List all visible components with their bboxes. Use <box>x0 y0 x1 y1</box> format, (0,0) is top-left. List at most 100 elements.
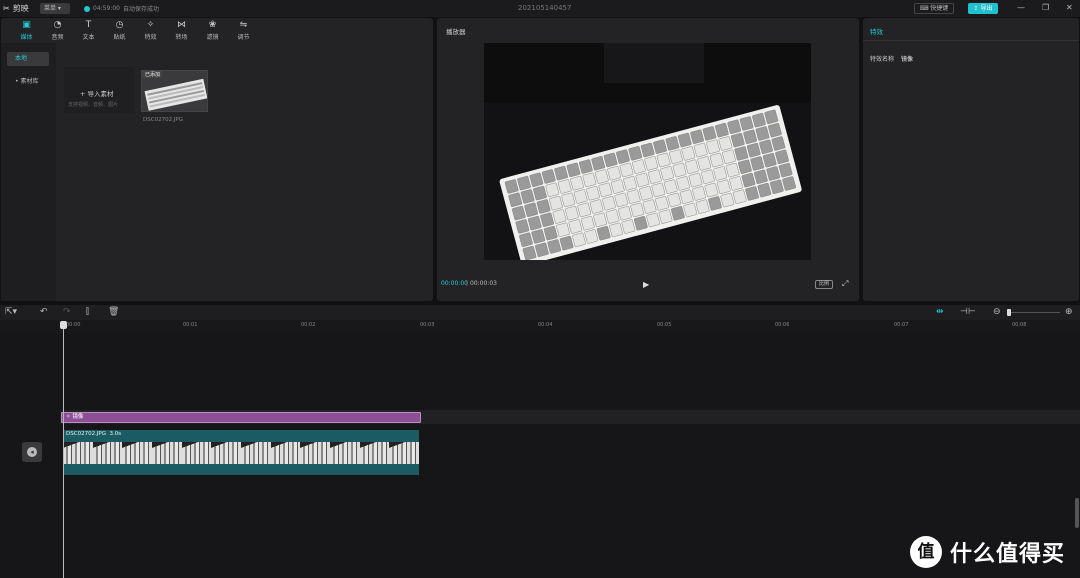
tab-transition[interactable]: ⋈ 转场 <box>166 18 197 43</box>
tab-media[interactable]: ▣ 媒体 <box>11 18 42 43</box>
filmstrip-frame <box>92 442 123 464</box>
playhead-handle[interactable] <box>60 321 67 329</box>
filmstrip-frame <box>122 442 153 464</box>
zoom-slider-handle[interactable] <box>1007 309 1011 316</box>
adjust-icon: ⇋ <box>239 19 248 30</box>
close-icon[interactable]: ✕ <box>1066 3 1073 12</box>
video-clip-label: DSC02702.JPG 3.0s <box>66 431 121 437</box>
tab-label: 贴纸 <box>113 33 126 41</box>
tab-label: 调节 <box>237 33 250 41</box>
redo-icon: ↷ <box>63 307 71 317</box>
filmstrip-frame <box>181 442 212 464</box>
player-title: 播放器 <box>446 28 466 36</box>
sidebar-item-label: 素材库 <box>20 78 39 85</box>
filmstrip-frame <box>330 442 360 464</box>
undo-icon[interactable]: ↶ <box>40 307 48 318</box>
player-panel: 播放器 00:00:00 | 00:00:03 ▶ 比例 ⤢ <box>437 18 859 301</box>
ruler-label: 00:05 <box>657 322 672 328</box>
delete-icon[interactable]: 🗑 <box>108 307 119 318</box>
import-label: + 导入素材 <box>80 90 114 98</box>
tab-label: 文本 <box>82 33 95 41</box>
filmstrip-frame <box>152 442 182 464</box>
play-button[interactable]: ▶ <box>643 280 649 289</box>
snap-icon[interactable]: ⇹ <box>936 307 944 318</box>
tab-label: 特效 <box>144 33 157 41</box>
fullscreen-icon[interactable]: ⤢ <box>842 279 848 289</box>
attribute-panel: 特效 特效名称 镜像 <box>863 18 1079 301</box>
ruler-label: 00:00 <box>66 322 81 328</box>
filmstrip-frame <box>300 442 331 464</box>
import-text: 导入素材 <box>87 90 114 98</box>
video-clip[interactable]: DSC02702.JPG 3.0s <box>63 430 419 475</box>
ruler-label: 00:07 <box>894 322 909 328</box>
sidebar-item-local[interactable]: 本地 <box>7 52 49 66</box>
filmstrip-frame <box>389 442 419 464</box>
effect-clip[interactable]: ✧ 镜像 <box>61 412 421 423</box>
filmstrip-frame <box>359 442 390 464</box>
vertical-scrollbar[interactable] <box>1075 498 1079 528</box>
text-icon: T <box>85 19 92 30</box>
filmstrip-frame <box>241 442 271 464</box>
time-separator: | <box>466 280 469 287</box>
media-file-name: DSC02702.JPG <box>143 117 184 123</box>
ruler-label: 00:01 <box>183 322 198 328</box>
tab-adjust[interactable]: ⇋ 调节 <box>228 18 259 43</box>
clip-duration: 3.0s <box>109 431 122 437</box>
clip-file-name: DSC02702.JPG <box>66 431 107 437</box>
cover-icon: ◂ <box>27 447 37 457</box>
select-tool-icon[interactable]: ⇱▾ <box>5 307 17 318</box>
tab-label: 转场 <box>175 33 188 41</box>
save-status-icon <box>84 5 90 12</box>
restore-icon[interactable]: ❐ <box>1042 3 1049 12</box>
minimize-icon[interactable]: — <box>1017 3 1025 12</box>
ruler-label: 00:08 <box>1012 322 1027 328</box>
attribute-title: 特效 <box>870 28 883 36</box>
effects-icon: ✧ <box>146 19 155 30</box>
video-filmstrip <box>63 442 419 464</box>
link-icon[interactable]: ⊣⊢ <box>960 307 976 318</box>
app-name: 剪映 <box>12 4 29 13</box>
divider <box>863 40 1079 41</box>
playhead[interactable] <box>63 322 64 578</box>
filter-icon: ❀ <box>208 19 217 30</box>
tab-filter[interactable]: ❀ 滤镜 <box>197 18 228 43</box>
video-preview[interactable] <box>484 43 811 260</box>
watermark: 值 什么值得买 <box>910 536 1065 568</box>
menu-button[interactable]: 菜单 ▾ <box>40 3 70 14</box>
watermark-text: 什么值得买 <box>950 542 1066 567</box>
menu-label: 菜单 <box>44 5 57 12</box>
media-icon: ▣ <box>22 19 31 30</box>
split-icon[interactable]: ⫿ <box>86 307 89 318</box>
track-cover-button[interactable]: ◂ <box>22 442 42 462</box>
watermark-logo: 值 <box>910 536 942 568</box>
autosave-status: 04:59:00 自动保存成功 <box>84 4 159 13</box>
filmstrip-frame <box>63 442 93 464</box>
keyboard-preview-image <box>484 43 811 260</box>
tab-effects[interactable]: ✧ 特效 <box>135 18 166 43</box>
total-time: 00:00:03 <box>470 280 497 287</box>
sidebar-item-library[interactable]: • 素材库 <box>7 75 49 89</box>
project-name: 202105140457 <box>518 4 572 12</box>
tab-sticker[interactable]: ◷ 贴纸 <box>104 18 135 43</box>
ratio-button[interactable]: 比例 <box>815 280 833 289</box>
ruler-label: 00:06 <box>775 322 790 328</box>
shortcut-button[interactable]: ⌨ 快捷键 <box>914 3 954 14</box>
transition-icon: ⋈ <box>177 19 186 30</box>
save-status-text: 自动保存成功 <box>122 6 159 13</box>
zoom-in-icon[interactable]: ⊕ <box>1065 307 1073 318</box>
tab-label: 滤镜 <box>206 33 219 41</box>
zoom-slider[interactable] <box>1008 312 1060 313</box>
export-button[interactable]: ⇪ 导出 <box>968 3 998 14</box>
media-toolbar: ▣ 媒体 ◔ 音频 T 文本 ◷ 贴纸 ✧ 特效 ⋈ 转场 ❀ 滤镜 ⇋ 调节 <box>1 18 433 43</box>
tab-audio[interactable]: ◔ 音频 <box>42 18 73 43</box>
tab-text[interactable]: T 文本 <box>73 18 104 43</box>
save-time: 04:59:00 <box>93 5 120 12</box>
zoom-out-icon[interactable]: ⊖ <box>993 307 1001 318</box>
timeline-ruler[interactable]: 00:00 00:01 00:02 00:03 00:04 00:05 00:0… <box>0 320 1080 333</box>
filmstrip-frame <box>211 442 242 464</box>
media-sidebar: 本地 • 素材库 <box>1 43 56 301</box>
export-label: 导出 <box>980 5 993 12</box>
title-bar: ✂ 剪映 菜单 ▾ 04:59:00 自动保存成功 202105140457 ⌨ 快… <box>0 0 1080 17</box>
media-panel: ▣ 媒体 ◔ 音频 T 文本 ◷ 贴纸 ✧ 特效 ⋈ 转场 ❀ 滤镜 ⇋ 调节 本地 • 素材库… <box>1 18 433 301</box>
import-media-tile[interactable]: + 导入素材 支持视频、音频、图片 <box>64 67 134 113</box>
